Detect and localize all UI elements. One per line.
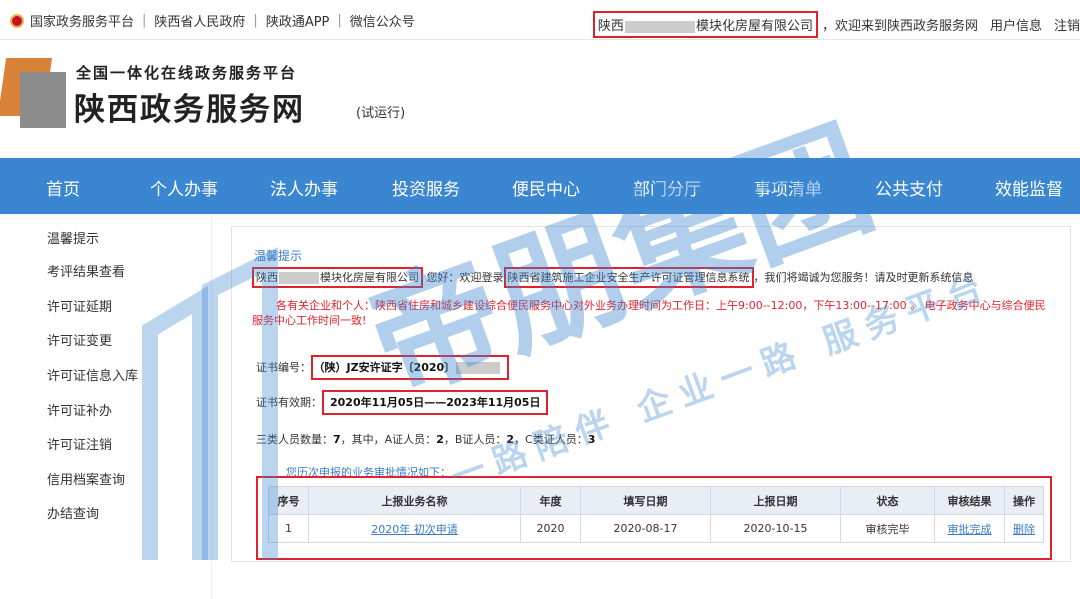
tip-title: 温馨提示 <box>254 249 303 263</box>
panel-company-name: 陕西 模块化房屋有限公司 <box>252 267 423 288</box>
redacted-block <box>456 362 501 374</box>
national-emblem-icon <box>10 13 24 28</box>
sidebar-item-tips[interactable]: 温馨提示 <box>47 228 99 247</box>
logout-link[interactable]: 注销 <box>1054 15 1080 34</box>
hello-text: 您好：欢迎登录 <box>426 271 504 284</box>
link-provincial-government[interactable]: 陕西省人民政府 <box>154 11 245 30</box>
col-result: 审核结果 <box>934 486 1005 515</box>
cert-validity-line: 证书有效期： 2020年11月05日——2023年11月05日 <box>256 390 549 415</box>
cert-number-label: 证书编号： <box>256 361 311 374</box>
nav-convenience[interactable]: 便民中心 <box>512 175 580 200</box>
nav-investment[interactable]: 投资服务 <box>392 175 460 200</box>
company-name: 陕西 模块化房屋有限公司 <box>592 11 818 38</box>
cell-fill-date: 2020-08-17 <box>580 514 711 543</box>
sidebar-item-completed[interactable]: 办结查询 <box>47 503 99 522</box>
trial-label: (试运行) <box>356 106 406 121</box>
delete-link[interactable]: 删除 <box>1013 523 1035 536</box>
col-action: 操作 <box>1004 486 1044 515</box>
thanks-text: ，我们将竭诚为您服务！请及时更新系统信息 <box>753 271 974 284</box>
notice-text: 各有关企业和个人：陕西省住房和城乡建设综合便民服务中心对外业务办理时间为工作日：… <box>252 299 1046 327</box>
link-app[interactable]: 陕政通APP <box>266 11 330 30</box>
separator: | <box>253 13 258 28</box>
col-status: 状态 <box>840 486 935 515</box>
cell-no: 1 <box>268 514 309 543</box>
system-name: 陕西省建筑施工企业安全生产许可证管理信息系统 <box>503 267 754 288</box>
personnel-b-label: ，B证人员： <box>443 433 507 446</box>
separator: | <box>337 13 342 28</box>
business-name-link[interactable]: 2020年 初次申请 <box>371 523 458 536</box>
nav-departments[interactable]: 部门分厅 <box>633 175 701 200</box>
site-logo-icon[interactable] <box>0 58 66 128</box>
personnel-c: 3 <box>587 433 596 446</box>
col-year: 年度 <box>520 486 581 515</box>
site-header: 全国一体化在线政务服务平台 陕西政务服务网 (试运行) <box>0 40 1080 158</box>
link-national-platform[interactable]: 国家政务服务平台 <box>30 11 134 30</box>
col-name: 上报业务名称 <box>308 486 521 515</box>
sidebar-item-evaluation[interactable]: 考评结果查看 <box>47 261 125 280</box>
personnel-label: 三类人员数量： <box>256 433 333 446</box>
cell-status: 审核完毕 <box>840 514 935 543</box>
nav-payment[interactable]: 公共支付 <box>875 175 943 200</box>
welcome-text: ，欢迎来到陕西政务服务网 <box>821 19 978 34</box>
table-row: 1 2020年 初次申请 2020 2020-08-17 2020-10-15 … <box>268 514 1044 543</box>
user-area: 陕西 模块化房屋有限公司 ，欢迎来到陕西政务服务网 用户信息 注销 <box>592 11 1080 38</box>
cert-validity: 2020年11月05日——2023年11月05日 <box>322 390 549 415</box>
company-suffix: 模块化房屋有限公司 <box>320 271 419 284</box>
sidebar-item-reissue[interactable]: 许可证补办 <box>47 400 112 419</box>
cert-validity-label: 证书有效期： <box>256 396 322 409</box>
site-subtitle: 全国一体化在线政务服务平台 <box>76 64 298 82</box>
personnel-total: 7 <box>333 433 341 446</box>
history-table: 序号 上报业务名称 年度 填写日期 上报日期 状态 审核结果 操作 1 2020… <box>268 486 1044 543</box>
redacted-block <box>624 20 695 33</box>
nav-personal[interactable]: 个人办事 <box>150 175 218 200</box>
result-link[interactable]: 审批完成 <box>948 523 992 536</box>
personnel-b: 2 <box>506 433 515 446</box>
sidebar-item-cancel[interactable]: 许可证注销 <box>47 434 112 453</box>
site-title[interactable]: 陕西政务服务网 <box>74 84 305 129</box>
user-info-link[interactable]: 用户信息 <box>990 15 1042 34</box>
redacted-block <box>279 272 319 284</box>
table-header-row: 序号 上报业务名称 年度 填写日期 上报日期 状态 审核结果 操作 <box>268 486 1044 515</box>
sidebar-item-extension[interactable]: 许可证延期 <box>47 296 112 315</box>
sidebar-item-credit[interactable]: 信用档案查询 <box>47 469 125 488</box>
nav-supervision[interactable]: 效能监督 <box>995 175 1063 200</box>
welcome-line: 陕西 模块化房屋有限公司 您好：欢迎登录 陕西省建筑施工企业安全生产许可证管理信息系… <box>252 267 974 288</box>
col-no: 序号 <box>268 486 309 515</box>
link-wechat[interactable]: 微信公众号 <box>350 11 415 30</box>
col-fill-date: 填写日期 <box>580 486 711 515</box>
col-report-date: 上报日期 <box>710 486 841 515</box>
personnel-a: 2 <box>436 433 444 446</box>
sidebar-item-change[interactable]: 许可证变更 <box>47 330 112 349</box>
cell-year: 2020 <box>520 514 581 543</box>
sidebar: 温馨提示 考评结果查看 许可证延期 许可证变更 许可证信息入库 许可证补办 许可… <box>0 214 212 599</box>
top-bar: 国家政务服务平台 | 陕西省人民政府 | 陕政通APP | 微信公众号 陕西 模块… <box>0 0 1080 40</box>
company-suffix: 模块化房屋有限公司 <box>695 19 813 34</box>
main-panel: 温馨提示 陕西 模块化房屋有限公司 您好：欢迎登录 陕西省建筑施工企业安全生产许可证… <box>231 226 1071 562</box>
nav-item-list[interactable]: 事项清单 <box>754 175 822 200</box>
cell-action: 删除 <box>1004 514 1044 543</box>
cert-number-value: （陕）JZ安许证字〔2020〕 <box>319 361 456 374</box>
cell-report-date: 2020-10-15 <box>710 514 841 543</box>
personnel-a-label: ，其中，A证人员： <box>340 433 437 446</box>
main-nav: 首页 个人办事 法人办事 投资服务 便民中心 部门分厅 事项清单 公共支付 效能… <box>0 158 1080 214</box>
company-prefix: 陕西 <box>256 271 278 284</box>
cert-number-line: 证书编号： （陕）JZ安许证字〔2020〕 <box>256 355 510 380</box>
sidebar-item-info-entry[interactable]: 许可证信息入库 <box>47 365 138 384</box>
cell-result: 审批完成 <box>934 514 1005 543</box>
personnel-c-label: ，C类证人员： <box>514 433 588 446</box>
personnel-count: 三类人员数量：7，其中，A证人员：2，B证人员：2，C类证人员：3 <box>256 431 595 447</box>
top-links: 国家政务服务平台 | 陕西省人民政府 | 陕政通APP | 微信公众号 <box>10 11 415 30</box>
nav-home[interactable]: 首页 <box>46 175 80 200</box>
nav-corporate[interactable]: 法人办事 <box>270 175 338 200</box>
separator: | <box>142 13 147 28</box>
cell-name: 2020年 初次申请 <box>308 514 521 543</box>
company-prefix: 陕西 <box>597 19 624 34</box>
history-table-box: 序号 上报业务名称 年度 填写日期 上报日期 状态 审核结果 操作 1 2020… <box>256 476 1052 560</box>
cert-number: （陕）JZ安许证字〔2020〕 <box>311 355 510 380</box>
